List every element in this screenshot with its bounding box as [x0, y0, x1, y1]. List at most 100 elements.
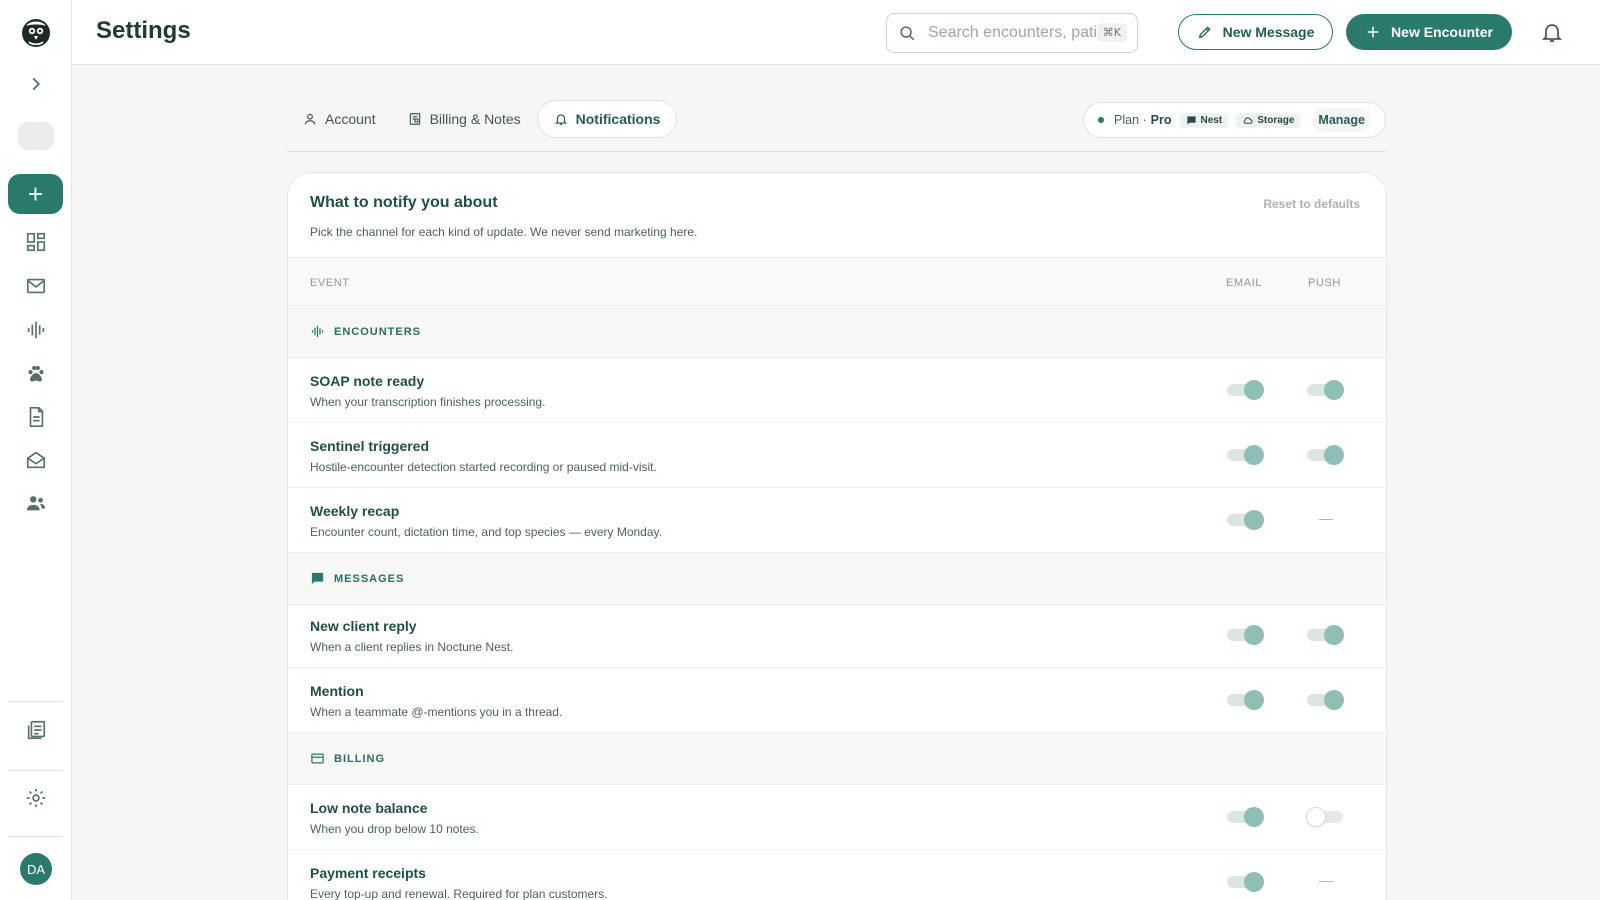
card-subtitle: Pick the channel for each kind of update…	[310, 225, 698, 239]
storage-chip-label: Storage	[1257, 114, 1295, 126]
section-label: MESSAGES	[334, 572, 405, 585]
waveform-icon	[311, 325, 324, 338]
push-toggle[interactable]	[1307, 380, 1344, 400]
event-name: Sentinel triggered	[310, 438, 430, 454]
mail-icon[interactable]	[16, 268, 56, 304]
avatar[interactable]: DA	[20, 853, 52, 885]
user-icon	[304, 113, 316, 125]
storage-chip: Storage	[1236, 112, 1301, 128]
new-encounter-sidebar-button[interactable]: +	[8, 174, 63, 214]
event-description: When a client replies in Noctune Nest.	[310, 640, 514, 654]
sidebar: + DA	[0, 0, 72, 900]
push-unavailable-dash: —	[1319, 872, 1333, 888]
notes-icon[interactable]	[16, 712, 56, 748]
search-icon	[900, 25, 915, 40]
tabs-divider	[287, 151, 1387, 152]
event-description: Hostile-encounter detection started reco…	[310, 460, 657, 474]
workspace-switcher[interactable]	[18, 122, 54, 150]
table-row: Mention When a teammate @-mentions you i…	[288, 668, 1386, 733]
table-row: Payment receipts Every top-up and renewa…	[288, 850, 1386, 900]
tab-billing-notes[interactable]: Billing & Notes	[392, 100, 537, 138]
event-name: Low note balance	[310, 800, 428, 816]
reset-defaults-button[interactable]: Reset to defaults	[1263, 197, 1360, 211]
dashboard-icon[interactable]	[16, 224, 56, 260]
nest-chip: Nest	[1179, 112, 1229, 128]
chat-icon	[311, 572, 324, 585]
event-name: Weekly recap	[310, 503, 400, 519]
settings-tabs: Account Billing & Notes Notifications	[287, 100, 678, 138]
tab-label: Billing & Notes	[429, 111, 521, 127]
event-name: Mention	[310, 683, 364, 699]
top-bar: Settings ⌘K New Message New Encounter	[72, 0, 1600, 65]
push-toggle[interactable]	[1307, 445, 1344, 465]
email-toggle[interactable]	[1227, 625, 1264, 645]
document-icon[interactable]	[16, 399, 56, 435]
email-toggle[interactable]	[1227, 872, 1264, 892]
cloud-icon	[1243, 116, 1253, 124]
event-description: Every top-up and renewal. Required for p…	[310, 887, 608, 900]
email-toggle[interactable]	[1227, 380, 1264, 400]
section-messages: MESSAGES	[288, 553, 1386, 605]
column-event: EVENT	[310, 277, 350, 289]
paw-icon[interactable]	[16, 356, 56, 392]
table-row: Sentinel triggered Hostile-encounter det…	[288, 423, 1386, 488]
plan-name: Pro	[1150, 113, 1172, 127]
manage-plan-button[interactable]: Manage	[1312, 108, 1371, 132]
event-name: New client reply	[310, 618, 417, 634]
event-description: When you drop below 10 notes.	[310, 822, 479, 836]
tab-label: Account	[325, 111, 376, 127]
card-icon	[311, 753, 324, 764]
expand-sidebar-chevron-icon[interactable]	[16, 66, 56, 102]
email-toggle[interactable]	[1227, 445, 1264, 465]
section-encounters: ENCOUNTERS	[288, 306, 1386, 358]
push-toggle[interactable]	[1307, 690, 1344, 710]
chat-icon	[1186, 115, 1196, 125]
email-toggle[interactable]	[1227, 510, 1264, 530]
column-push: PUSH	[1308, 277, 1341, 289]
notifications-bell-icon[interactable]	[1540, 20, 1564, 44]
plan-badge: Plan · Pro Nest Storage Manage	[1083, 102, 1386, 138]
table-row: Weekly recap Encounter count, dictation …	[288, 488, 1386, 553]
plan-prefix: Plan ·	[1114, 113, 1147, 127]
team-icon[interactable]	[16, 485, 56, 521]
bell-icon	[554, 114, 567, 125]
column-email: EMAIL	[1226, 277, 1263, 289]
inbox-icon[interactable]	[16, 442, 56, 478]
gear-icon[interactable]	[16, 780, 56, 816]
event-name: SOAP note ready	[310, 373, 425, 389]
new-message-label: New Message	[1222, 24, 1315, 40]
table-row: New client reply When a client replies i…	[288, 603, 1386, 668]
sidebar-divider	[8, 770, 63, 771]
event-name: Payment receipts	[310, 865, 426, 881]
nest-chip-label: Nest	[1200, 114, 1223, 126]
tab-label: Notifications	[575, 111, 661, 127]
search-input[interactable]	[928, 24, 1113, 42]
event-description: Encounter count, dictation time, and top…	[310, 525, 662, 539]
plus-icon	[1367, 26, 1379, 38]
tab-account[interactable]: Account	[287, 100, 392, 138]
new-encounter-label: New Encounter	[1391, 24, 1493, 40]
push-toggle[interactable]	[1307, 625, 1344, 645]
push-unavailable-dash: —	[1319, 510, 1333, 526]
push-toggle[interactable]	[1306, 807, 1343, 827]
section-billing: BILLING	[288, 733, 1386, 785]
table-row: SOAP note ready When your transcription …	[288, 358, 1386, 423]
search-box[interactable]: ⌘K	[886, 13, 1138, 53]
pencil-icon	[1198, 26, 1211, 39]
email-toggle[interactable]	[1227, 807, 1264, 827]
card-title: What to notify you about	[310, 194, 498, 211]
email-toggle[interactable]	[1227, 690, 1264, 710]
event-description: When your transcription finishes process…	[310, 395, 546, 409]
tab-notifications[interactable]: Notifications	[536, 100, 678, 138]
receipt-icon	[409, 113, 420, 125]
owl-logo-icon[interactable]	[20, 16, 52, 50]
new-message-button[interactable]: New Message	[1178, 14, 1333, 50]
page-title: Settings	[96, 17, 191, 44]
column-header: EVENT EMAIL PUSH	[288, 257, 1386, 306]
section-label: BILLING	[334, 752, 385, 765]
table-row: Low note balance When you drop below 10 …	[288, 785, 1386, 850]
notifications-card: What to notify you about Pick the channe…	[287, 172, 1387, 900]
new-encounter-button[interactable]: New Encounter	[1346, 14, 1512, 50]
waveform-icon[interactable]	[16, 312, 56, 348]
event-description: When a teammate @-mentions you in a thre…	[310, 705, 563, 719]
